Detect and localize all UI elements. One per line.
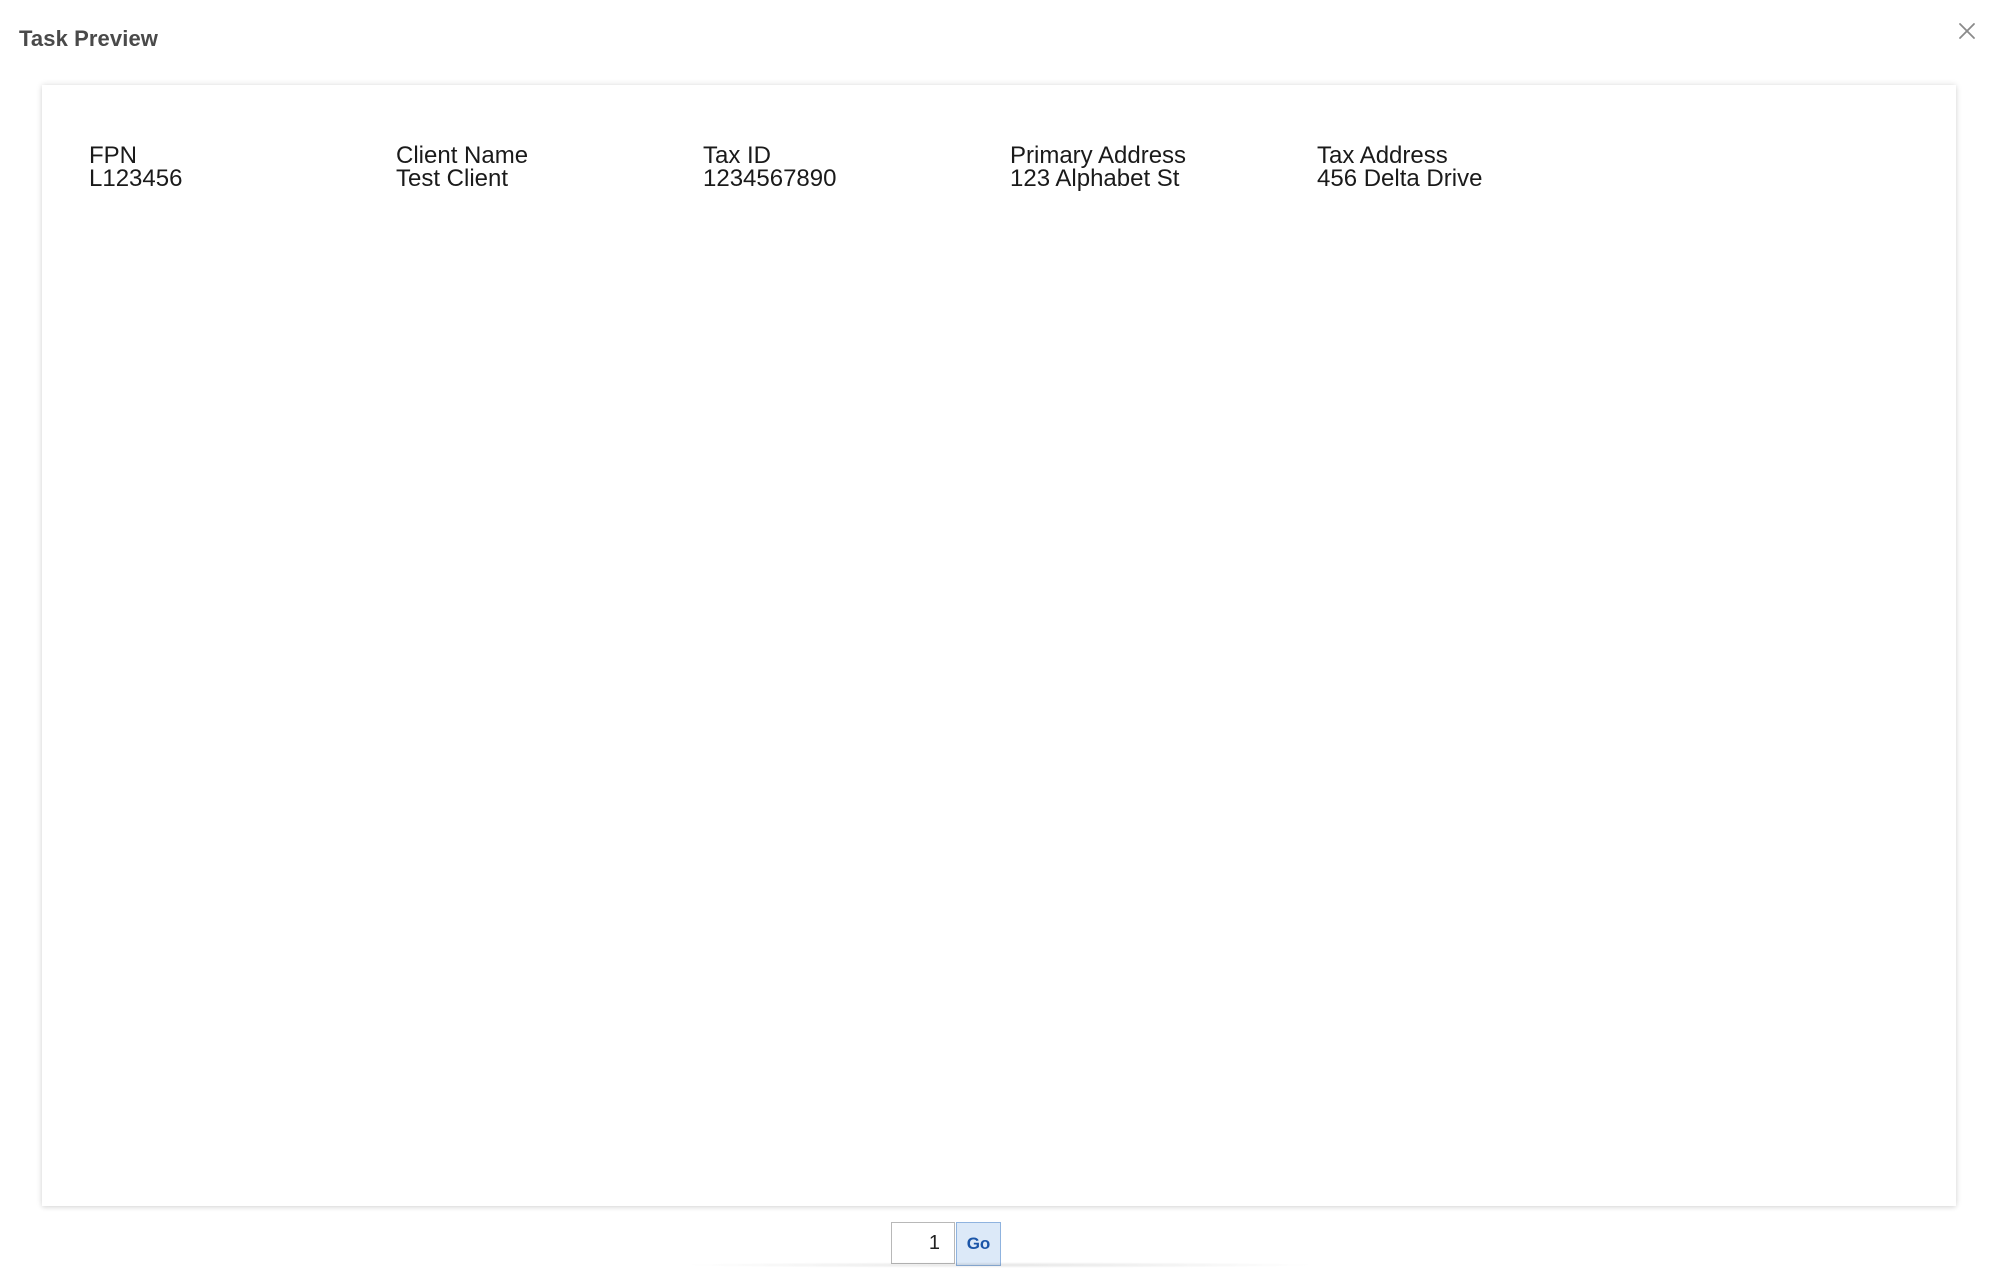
field-tax-address: Tax Address 456 Delta Drive [1317, 142, 1624, 192]
go-button[interactable]: Go [956, 1222, 1001, 1266]
field-label: Tax ID [703, 142, 772, 169]
page-number-input[interactable] [891, 1222, 955, 1264]
close-icon [1959, 23, 1975, 39]
preview-document: FPN L123456 Client Name Test Client Tax … [42, 85, 1956, 1206]
field-value: Test Client [396, 165, 509, 192]
close-button[interactable] [1952, 16, 1982, 46]
field-value: 123 Alphabet St [1010, 165, 1180, 192]
field-tax-id: Tax ID 1234567890 [703, 142, 1010, 192]
field-label: FPN [89, 142, 137, 169]
page-navigator: Go [891, 1222, 1001, 1266]
field-value: 1234567890 [703, 165, 837, 192]
field-row: FPN L123456 Client Name Test Client Tax … [89, 142, 1624, 192]
field-value: L123456 [89, 165, 183, 192]
task-preview-dialog: Task Preview FPN L123456 Client Name Tes… [0, 0, 1994, 1268]
field-client-name: Client Name Test Client [396, 142, 703, 192]
field-fpn: FPN L123456 [89, 142, 396, 192]
field-value: 456 Delta Drive [1317, 165, 1483, 192]
dialog-title: Task Preview [19, 26, 158, 51]
field-label: Tax Address [1317, 142, 1448, 169]
bottom-shadow [680, 1262, 1320, 1268]
field-label: Client Name [396, 142, 529, 169]
field-primary-address: Primary Address 123 Alphabet St [1010, 142, 1317, 192]
field-label: Primary Address [1010, 142, 1187, 169]
